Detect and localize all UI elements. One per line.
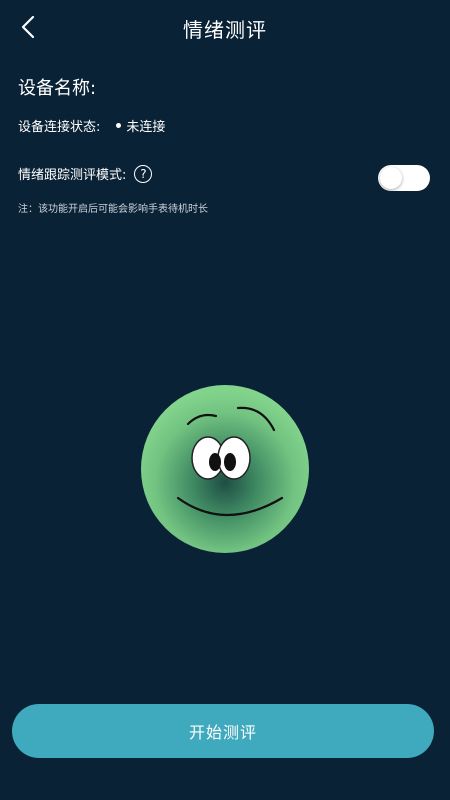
connection-status-row: 设备连接状态: 未连接 — [18, 116, 165, 135]
start-assessment-button[interactable]: 开始测评 — [12, 704, 434, 758]
connection-status-value: 未连接 — [126, 120, 166, 135]
tracking-mode-note: 注：该功能开启后可能会影响手表待机时长 — [18, 204, 208, 215]
device-name-label: 设备名称: — [18, 78, 97, 99]
connection-status-label: 设备连接状态: — [18, 120, 101, 135]
tracking-mode-toggle[interactable] — [378, 165, 430, 191]
help-icon[interactable]: ? — [134, 164, 153, 183]
smiley-face-icon — [141, 385, 309, 553]
status-dot-icon — [116, 123, 122, 128]
page-title: 情绪测评 — [183, 18, 267, 42]
toggle-knob — [380, 167, 402, 189]
emotion-face-area — [140, 384, 310, 554]
tracking-mode-label: 情绪跟踪测评模式: — [18, 168, 127, 183]
tracking-mode-row: 情绪跟踪测评模式: ? — [18, 164, 153, 183]
header-bar: 情绪测评 — [0, 0, 450, 56]
